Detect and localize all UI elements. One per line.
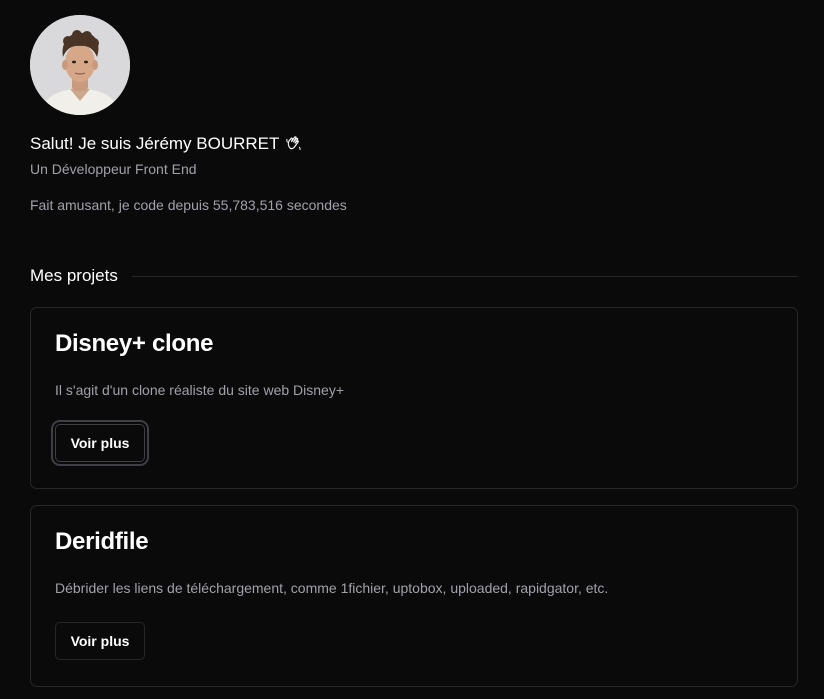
see-more-button[interactable]: Voir plus bbox=[55, 622, 145, 660]
project-card-deridfile: Deridfile Débrider les liens de téléchar… bbox=[30, 505, 798, 687]
project-card-disney-clone: Disney+ clone Il s'agit d'un clone réali… bbox=[30, 307, 798, 489]
section-divider bbox=[131, 275, 798, 277]
project-title: Deridfile bbox=[55, 528, 149, 555]
project-description: Il s'agit d'un clone réaliste du site we… bbox=[55, 382, 345, 398]
profile-avatar bbox=[30, 15, 130, 115]
section-title: Mes projets bbox=[30, 266, 118, 285]
projects-section-heading: Mes projets bbox=[30, 266, 798, 286]
project-title: Disney+ clone bbox=[55, 330, 214, 357]
see-more-button[interactable]: Voir plus bbox=[55, 424, 145, 462]
profile-greeting: Salut! Je suis Jérémy BOURRET bbox=[30, 134, 303, 154]
waving-hand-icon bbox=[285, 135, 303, 153]
project-description: Débrider les liens de téléchargement, co… bbox=[55, 580, 609, 596]
profile-role: Un Développeur Front End bbox=[30, 161, 197, 177]
greeting-text: Salut! Je suis Jérémy BOURRET bbox=[30, 134, 280, 153]
coding-time-fact: Fait amusant, je code depuis 55,783,516 … bbox=[30, 197, 347, 213]
avatar-photo bbox=[30, 15, 130, 115]
